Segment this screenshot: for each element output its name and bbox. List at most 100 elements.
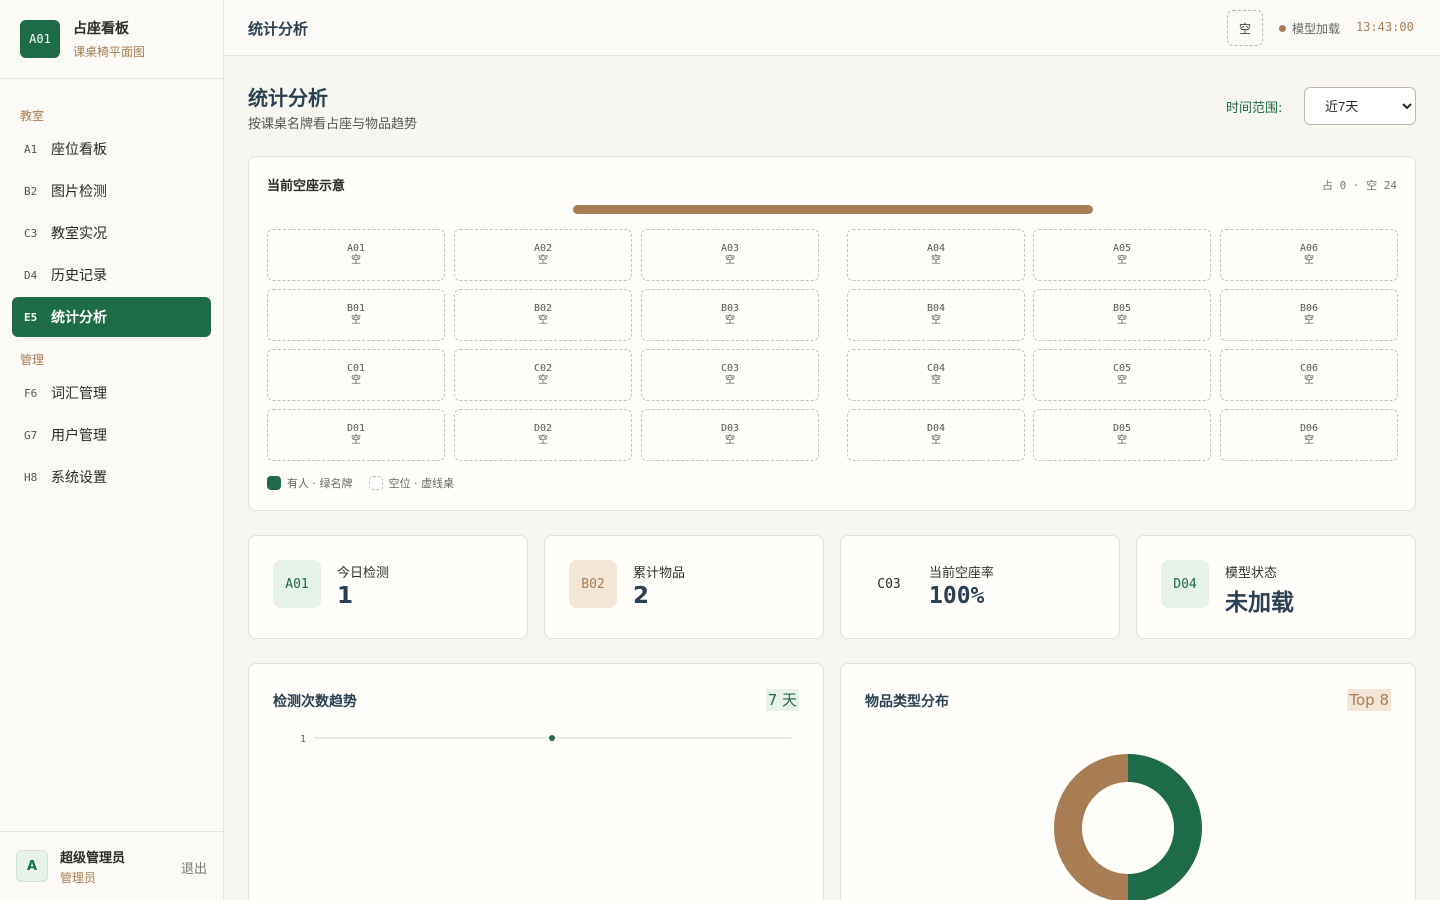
seat-code: A06	[1299, 243, 1319, 254]
sidebar-item-users[interactable]: G7 用户管理	[12, 415, 211, 455]
seat-a05[interactable]: A05 空	[1033, 229, 1211, 281]
legend-occupied-label: 有人 · 绿名牌	[287, 477, 353, 490]
seat-status: 空	[351, 255, 361, 266]
seat-code: D01	[346, 423, 366, 434]
y-tick-label: 1	[300, 734, 306, 745]
seat-b04[interactable]: B04 空	[847, 289, 1025, 341]
seat-status: 空	[931, 435, 941, 446]
seat-code: D03	[720, 423, 740, 434]
seat-d02[interactable]: D02 空	[454, 409, 632, 461]
seat-status: 空	[538, 375, 548, 386]
nav-section-classroom: 教室	[20, 109, 45, 123]
seat-c03[interactable]: C03 空	[641, 349, 819, 401]
seat-status: 空	[931, 315, 941, 326]
seat-d06[interactable]: D06 空	[1220, 409, 1398, 461]
sidebar-item-classroom-live[interactable]: C3 教室实况	[12, 213, 211, 253]
seat-map-card: 当前空座示意 占 0 · 空 24 A01 空 A02 空 A03 空 A04 空 A05 空 A0…	[248, 156, 1416, 511]
seat-c04[interactable]: C04 空	[847, 349, 1025, 401]
seat-code: D06	[1299, 423, 1319, 434]
seat-code: B01	[346, 303, 366, 314]
legend-occupied-swatch	[267, 476, 281, 490]
seat-status: 空	[725, 315, 735, 326]
topbar-title: 统计分析	[248, 20, 309, 38]
seat-legend: 有人 · 绿名牌 空位 · 虚线桌	[267, 475, 454, 491]
model-status: 模型加载	[1279, 20, 1340, 37]
seat-d01[interactable]: D01 空	[267, 409, 445, 461]
seat-b06[interactable]: B06 空	[1220, 289, 1398, 341]
seat-d04[interactable]: D04 空	[847, 409, 1025, 461]
nav-code: D4	[24, 268, 38, 282]
trend-point	[549, 735, 555, 741]
seat-b03[interactable]: B03 空	[641, 289, 819, 341]
sidebar-item-settings[interactable]: H8 系统设置	[12, 457, 211, 497]
seat-status: 空	[351, 435, 361, 446]
seat-code: B02	[533, 303, 553, 314]
stat-label: 当前空座率	[929, 566, 995, 581]
user-panel: A 超级管理员 管理员 退出	[0, 831, 223, 900]
seat-c06[interactable]: C06 空	[1220, 349, 1398, 401]
nav-label: 用户管理	[51, 428, 107, 444]
seat-c02[interactable]: C02 空	[454, 349, 632, 401]
seat-c05[interactable]: C05 空	[1033, 349, 1211, 401]
user-name: 超级管理员	[60, 850, 126, 866]
seat-a06[interactable]: A06 空	[1220, 229, 1398, 281]
stat-card-empty-rate: C03 当前空座率 100%	[840, 535, 1120, 639]
brand-subtitle: 课桌椅平面图	[73, 45, 146, 59]
stat-badge: D04	[1161, 560, 1209, 608]
seat-status: 空	[538, 315, 548, 326]
seat-status: 空	[1304, 435, 1314, 446]
seat-a02[interactable]: A02 空	[454, 229, 632, 281]
stat-badge: C03	[865, 560, 913, 608]
page-subtitle: 按课桌名牌看占座与物品趋势	[248, 117, 418, 132]
trend-chart-card: 检测次数趋势 7 天 1	[248, 663, 824, 900]
seat-status: 空	[538, 255, 548, 266]
status-dot-icon	[1279, 25, 1286, 32]
nav-code: B2	[24, 184, 38, 198]
seat-status: 空	[538, 435, 548, 446]
topbar: 统计分析 空 模型加载 13:43:00	[224, 0, 1440, 56]
seat-a01[interactable]: A01 空	[267, 229, 445, 281]
nav-code: H8	[24, 470, 38, 484]
stat-card-today-detections: A01 今日检测 1	[248, 535, 528, 639]
sidebar-item-image-detect[interactable]: B2 图片检测	[12, 171, 211, 211]
seat-b02[interactable]: B02 空	[454, 289, 632, 341]
brand: A01 占座看板 课桌椅平面图	[0, 0, 223, 79]
seat-code: A01	[346, 243, 366, 254]
seat-code: C04	[926, 363, 946, 374]
sidebar-item-statistics[interactable]: E5 统计分析	[12, 297, 211, 337]
donut-slice-0	[1127, 754, 1202, 900]
seat-b05[interactable]: B05 空	[1033, 289, 1211, 341]
stat-card-total-items: B02 累计物品 2	[544, 535, 824, 639]
stat-label: 今日检测	[337, 566, 390, 581]
seat-status: 空	[931, 375, 941, 386]
stat-value: 1	[337, 583, 354, 609]
sidebar-item-seat-board[interactable]: A1 座位看板	[12, 129, 211, 169]
seat-code: A03	[720, 243, 740, 254]
seat-code: A05	[1112, 243, 1132, 254]
sidebar-item-vocabulary[interactable]: F6 词汇管理	[12, 373, 211, 413]
time-range-select[interactable]: 近7天	[1304, 87, 1416, 125]
seat-b01[interactable]: B01 空	[267, 289, 445, 341]
stat-badge: B02	[569, 560, 617, 608]
sidebar-item-history[interactable]: D4 历史记录	[12, 255, 211, 295]
seat-code: D05	[1112, 423, 1132, 434]
nav-code: G7	[24, 428, 38, 442]
nav-label: 系统设置	[51, 470, 107, 486]
seat-c01[interactable]: C01 空	[267, 349, 445, 401]
seat-d05[interactable]: D05 空	[1033, 409, 1211, 461]
seat-code: B03	[720, 303, 740, 314]
seat-code: B06	[1299, 303, 1319, 314]
seat-status: 空	[1117, 375, 1127, 386]
seat-a04[interactable]: A04 空	[847, 229, 1025, 281]
seat-map-title: 当前空座示意	[267, 179, 346, 194]
logout-button[interactable]: 退出	[181, 858, 207, 877]
trend-line-chart: 1	[300, 734, 791, 745]
nav-code: F6	[24, 386, 38, 400]
status-toggle-button[interactable]: 空	[1227, 10, 1263, 46]
seat-a03[interactable]: A03 空	[641, 229, 819, 281]
seat-status: 空	[931, 255, 941, 266]
nav-label: 词汇管理	[51, 386, 107, 402]
seat-d03[interactable]: D03 空	[641, 409, 819, 461]
seat-status: 空	[1117, 435, 1127, 446]
podium	[573, 205, 1093, 214]
